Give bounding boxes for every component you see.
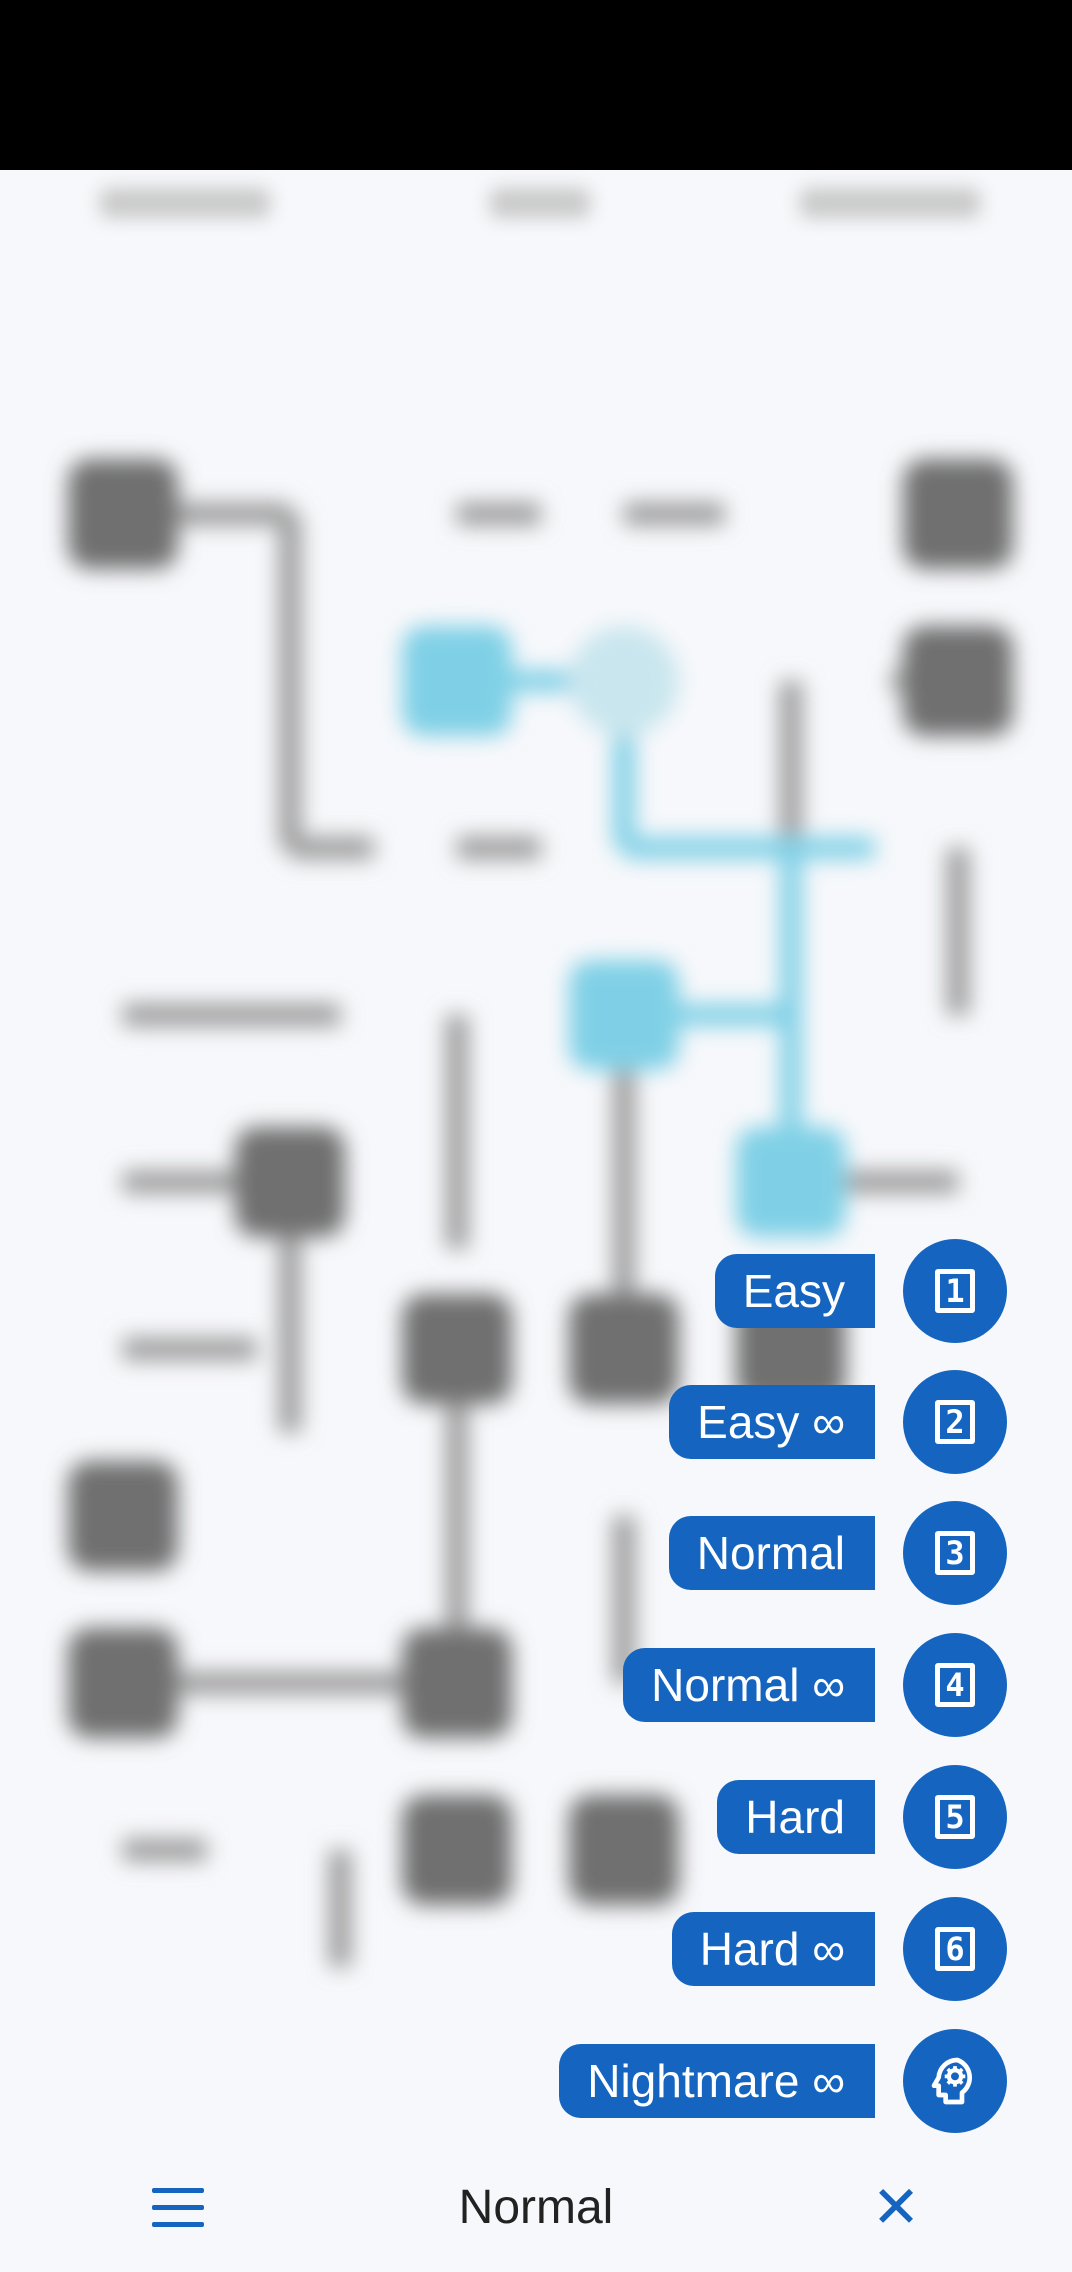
menu-item-nightmare-infinite[interactable]: Nightmare ∞ [559, 2029, 1007, 2133]
menu-item-normal[interactable]: Normal 3 [668, 1501, 1007, 1605]
menu-item-easy[interactable]: Easy 1 [714, 1239, 1007, 1343]
menu-item-normal-infinite[interactable]: Normal ∞ 4 [623, 1633, 1007, 1737]
difficulty-menu: Easy 1 Easy ∞ 2 Normal 3 Normal ∞ 4 Hard… [0, 0, 1072, 2142]
number-5-icon[interactable]: 5 [903, 1765, 1007, 1869]
menu-item-hard-infinite[interactable]: Hard ∞ 6 [671, 1897, 1007, 2001]
menu-item-easy-infinite[interactable]: Easy ∞ 2 [669, 1370, 1007, 1474]
menu-item-hard[interactable]: Hard 5 [717, 1765, 1007, 1869]
label[interactable]: Easy ∞ [669, 1385, 875, 1459]
label[interactable]: Nightmare ∞ [559, 2044, 875, 2118]
number-1-icon[interactable]: 1 [903, 1239, 1007, 1343]
head-gear-icon[interactable] [903, 2029, 1007, 2133]
number-2-icon[interactable]: 2 [903, 1370, 1007, 1474]
label[interactable]: Easy [714, 1254, 875, 1328]
number-3-icon[interactable]: 3 [903, 1501, 1007, 1605]
number-6-icon[interactable]: 6 [903, 1897, 1007, 2001]
close-icon[interactable]: ✕ [866, 2178, 926, 2238]
label[interactable]: Normal [668, 1516, 875, 1590]
number-4-icon[interactable]: 4 [903, 1633, 1007, 1737]
bottom-app-bar: Normal ✕ [0, 2142, 1072, 2272]
label[interactable]: Hard [717, 1780, 875, 1854]
label[interactable]: Normal ∞ [623, 1648, 875, 1722]
label[interactable]: Hard ∞ [671, 1912, 875, 1986]
